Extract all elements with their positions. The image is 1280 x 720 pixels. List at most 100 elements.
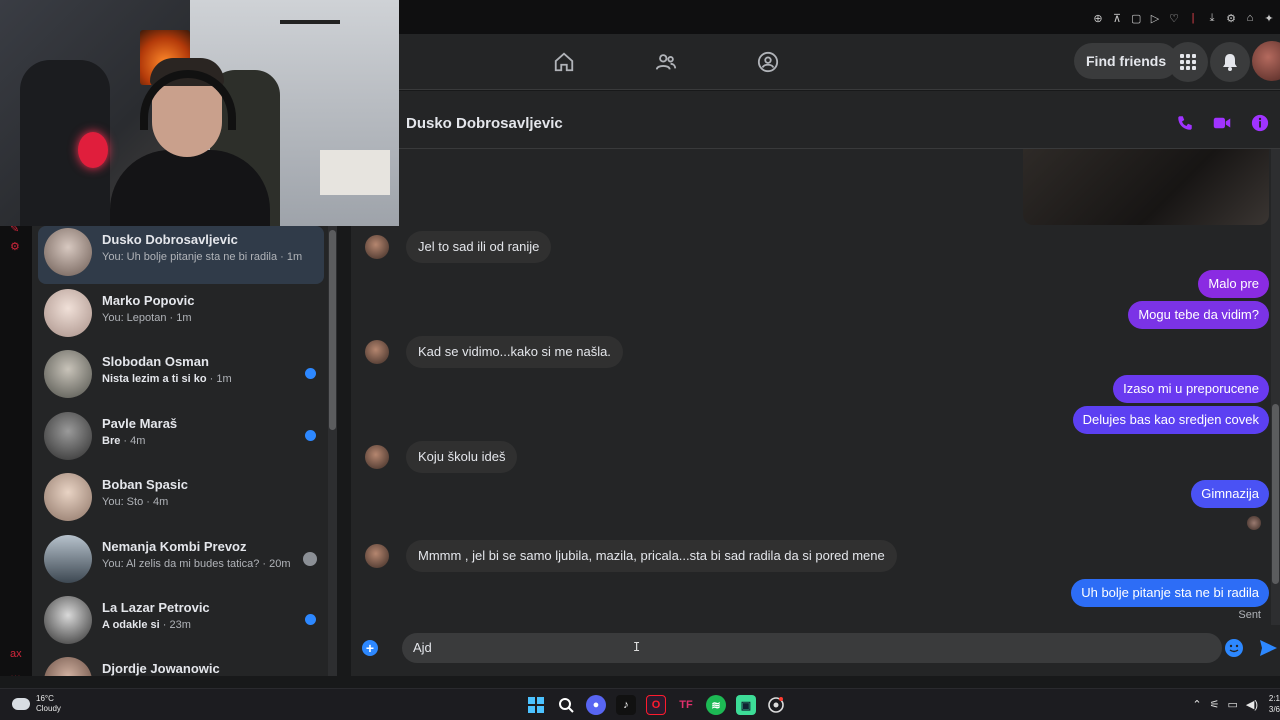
spotify-icon[interactable]: ≋ [706,695,726,715]
emoji-icon[interactable] [1225,639,1243,657]
message-thread: Jel to sad ili od ranije Malo pre Mogu t… [351,149,1280,625]
fb-header: Find friends [399,34,1280,90]
chat-list-scrollbar[interactable] [328,226,337,688]
avatar [44,473,92,521]
chat-name: Pavle Maraš [102,416,178,431]
chat-name: Nemanja Kombi Prevoz [102,539,247,554]
screen: ⊕ ⊼ ▢ ▷ ♡ | ⤓ ⚙ ⌂ ✦ Find friends ✎ ⚙ ax … [0,0,1280,720]
message-bubble[interactable]: Mmmm , jel bi se samo ljubila, mazila, p… [406,540,897,572]
chat-item-dusko[interactable]: Dusko Dobrosavljevic You: Uh bolje pitan… [38,226,324,284]
avatar [44,350,92,398]
system-tray: ⌃ ⚟ ▭ ◀) [1192,698,1258,711]
text-cursor-icon: I [633,640,641,654]
chat-item-lazar[interactable]: La Lazar Petrovic A odakle si · 23m [38,594,324,652]
read-receipt-avatar [1247,516,1261,530]
outgoing-message[interactable]: Malo pre [1198,270,1269,298]
home-icon[interactable] [548,46,580,78]
play-icon[interactable]: ▷ [1150,12,1160,25]
add-attachment-icon[interactable]: + [362,640,378,656]
message-bubble[interactable]: Jel to sad ili od ranije [406,231,552,263]
weather-temp: 16°C [36,694,54,703]
clock-date: 3/6 [1268,705,1280,714]
notifications-button[interactable] [1210,42,1250,82]
heart-icon[interactable]: ♡ [1169,12,1179,25]
chat-preview: You: Al zelis da mi budes tatica? · 20m [102,558,291,570]
tf-app-icon[interactable]: TF [676,695,696,715]
volume-icon[interactable]: ◀) [1246,698,1258,711]
outgoing-message[interactable]: Izaso mi u preporucene [1113,375,1269,403]
chat-list: Dusko Dobrosavljevic You: Uh bolje pitan… [32,226,337,688]
download-icon[interactable]: ⤓ [1207,12,1217,25]
sender-avatar [365,235,389,259]
app-icon[interactable]: ▣ [736,695,756,715]
chat-preview: You: Sto · 4m [102,496,169,508]
chat-name: Boban Spasic [102,477,188,492]
message-input[interactable] [402,633,1222,663]
groups-icon[interactable] [752,46,784,78]
bell-icon [1223,54,1237,71]
message-composer: + [351,625,1280,676]
chat-preview: You: Lepotan · 1m [102,312,192,324]
chat-item-boban[interactable]: Boban Spasic You: Sto · 4m [38,471,324,529]
opera-icon[interactable]: O [646,695,666,715]
taskbar: 16°C Cloudy ● ♪ O TF ≋ ▣ ⌃ ⚟ ▭ ◀) 2:1 3/… [0,688,1280,720]
dock-ax-icon[interactable]: ax [10,648,22,660]
shared-image[interactable] [1023,149,1269,225]
cloud-icon [12,698,30,710]
start-icon[interactable] [526,695,546,715]
info-icon[interactable] [1250,113,1270,133]
profile-avatar[interactable] [1252,41,1280,81]
search-icon[interactable] [556,695,576,715]
send-icon[interactable] [1258,638,1278,658]
phone-icon[interactable] [1175,113,1195,133]
chat-name: Marko Popovic [102,293,195,308]
weather-widget[interactable]: 16°C Cloudy [12,694,61,714]
tray-expand-icon[interactable]: ⌃ [1192,698,1201,711]
chrome-icon[interactable] [766,695,786,715]
scrollbar-thumb[interactable] [1272,404,1279,584]
friends-icon[interactable] [650,46,682,78]
chat-preview: Bre · 4m [102,435,146,447]
scrollbar-thumb[interactable] [329,230,336,430]
outgoing-message[interactable]: Mogu tebe da vidim? [1128,301,1269,329]
ai-icon[interactable]: ✦ [1264,12,1274,25]
find-friends-button[interactable]: Find friends [1074,43,1179,79]
chat-item-pavle[interactable]: Pavle Maraš Bre · 4m [38,410,324,468]
outgoing-message[interactable]: Uh bolje pitanje sta ne bi radila [1071,579,1269,607]
sent-status: Sent [1238,609,1261,621]
webcam-overlay [0,0,399,226]
chat-item-nemanja[interactable]: Nemanja Kombi Prevoz You: Al zelis da mi… [38,533,324,591]
settings-icon[interactable]: ⚙ [1226,12,1236,25]
network-icon[interactable]: ⚟ [1210,698,1220,711]
clock-time: 2:1 [1268,694,1280,703]
conversation-header: Dusko Dobrosavljevic [399,91,1280,149]
thread-scrollbar[interactable] [1271,149,1280,625]
display-icon[interactable]: ▭ [1227,698,1237,711]
menu-grid-button[interactable] [1168,42,1208,82]
chat-item-marko[interactable]: Marko Popovic You: Lepotan · 1m [38,287,324,345]
bottom-gap [0,676,1280,688]
chat-preview: A odakle si · 23m [102,619,191,631]
message-bubble[interactable]: Kad se vidimo...kako si me našla. [406,336,623,368]
message-bubble[interactable]: Koju školu ideš [406,441,518,473]
snapshot-icon[interactable]: ▢ [1131,12,1141,25]
conversation-title[interactable]: Dusko Dobrosavljevic [406,115,563,132]
discord-icon[interactable]: ● [586,695,606,715]
avatar [44,412,92,460]
zoom-icon[interactable]: ⊕ [1093,12,1103,25]
video-call-icon[interactable] [1212,113,1232,133]
sender-avatar [365,544,389,568]
chat-name: La Lazar Petrovic [102,600,210,615]
tiktok-icon[interactable]: ♪ [616,695,636,715]
clock[interactable]: 2:1 3/6 [1266,693,1280,715]
dock-settings-icon[interactable]: ⚙ [10,240,22,253]
pin-icon[interactable]: ⊼ [1112,12,1122,25]
avatar [44,228,92,276]
outgoing-message[interactable]: Gimnazija [1191,480,1269,508]
lock-icon[interactable]: ⌂ [1245,12,1255,25]
webcam-shelf [280,20,340,24]
outgoing-message[interactable]: Delujes bas kao sredjen covek [1072,406,1269,434]
avatar [44,289,92,337]
chat-item-slobodan[interactable]: Slobodan Osman Nista lezim a ti si ko · … [38,348,324,406]
panel-divider [337,226,351,688]
